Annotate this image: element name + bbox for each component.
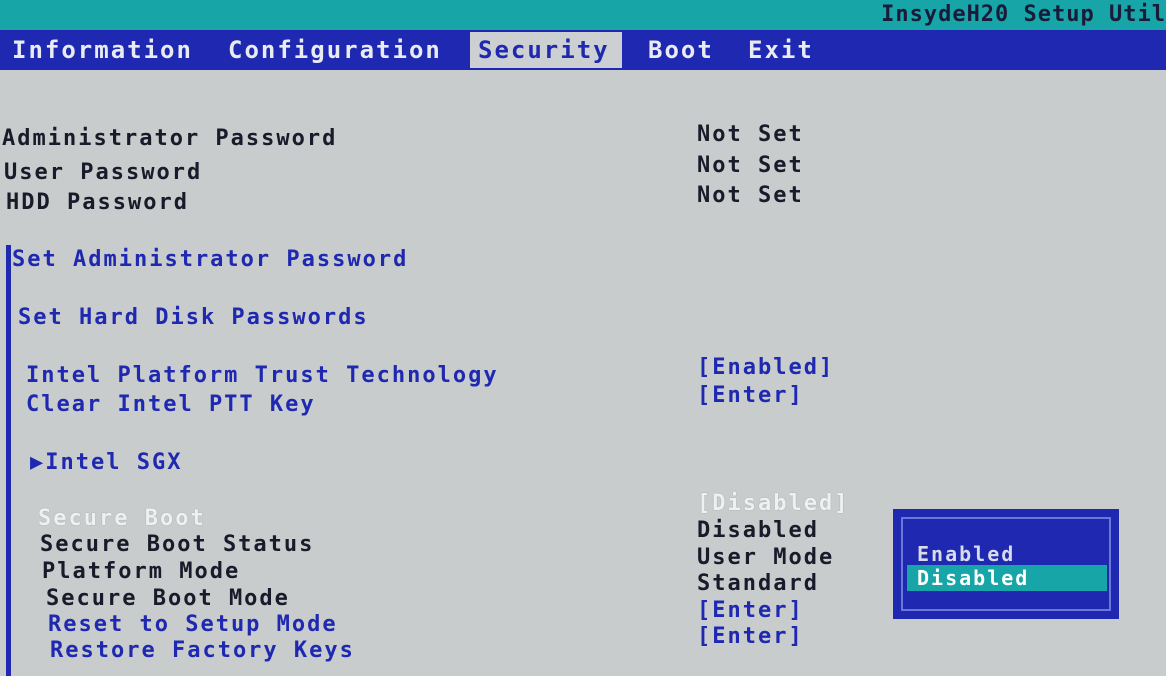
- popup-option-disabled[interactable]: Disabled: [907, 565, 1107, 591]
- tab-boot[interactable]: Boot: [642, 32, 720, 68]
- title-strip: InsydeH20 Setup Util: [0, 0, 1166, 30]
- menu-bar: Information Configuration Security Boot …: [0, 30, 1166, 70]
- intel-ptt-value[interactable]: [Enabled]: [697, 355, 834, 380]
- secure-boot-status-label: Secure Boot Status: [40, 532, 315, 557]
- platform-mode-value: User Mode: [697, 545, 835, 570]
- tab-configuration[interactable]: Configuration: [222, 32, 448, 68]
- reset-setup-mode-value[interactable]: [Enter]: [697, 598, 804, 623]
- set-hdd-passwords-item[interactable]: Set Hard Disk Passwords: [18, 305, 369, 330]
- admin-password-label: Administrator Password: [2, 126, 338, 151]
- user-password-label: User Password: [4, 160, 203, 185]
- restore-factory-keys-label[interactable]: Restore Factory Keys: [50, 638, 355, 663]
- popup-option-enabled[interactable]: Enabled: [907, 541, 1097, 567]
- hdd-password-value: Not Set: [697, 183, 804, 208]
- secure-boot-value[interactable]: [Disabled]: [697, 491, 849, 516]
- tab-information[interactable]: Information: [6, 32, 199, 68]
- admin-password-value: Not Set: [697, 122, 804, 147]
- set-admin-password-item[interactable]: Set Administrator Password: [12, 247, 408, 272]
- app-title: InsydeH20 Setup Util: [881, 2, 1166, 27]
- secure-boot-mode-value: Standard: [697, 571, 819, 596]
- secure-boot-mode-label: Secure Boot Mode: [46, 586, 290, 611]
- reset-setup-mode-label[interactable]: Reset to Setup Mode: [48, 612, 338, 637]
- tab-security[interactable]: Security: [470, 32, 622, 68]
- user-password-value: Not Set: [697, 153, 804, 178]
- clear-ptt-key-value[interactable]: [Enter]: [697, 383, 804, 408]
- hdd-password-label: HDD Password: [6, 190, 189, 215]
- secure-boot-label[interactable]: Secure Boot: [38, 506, 206, 531]
- clear-ptt-key-label[interactable]: Clear Intel PTT Key: [26, 392, 316, 417]
- tab-exit[interactable]: Exit: [742, 32, 820, 68]
- restore-factory-keys-value[interactable]: [Enter]: [697, 624, 804, 649]
- secure-boot-popup: Enabled Disabled: [893, 509, 1119, 619]
- platform-mode-label: Platform Mode: [42, 559, 241, 584]
- secure-boot-status-value: Disabled: [697, 518, 819, 543]
- intel-sgx-submenu[interactable]: ▶Intel SGX: [30, 450, 182, 475]
- left-border: [6, 245, 11, 676]
- intel-ptt-label[interactable]: Intel Platform Trust Technology: [26, 363, 499, 388]
